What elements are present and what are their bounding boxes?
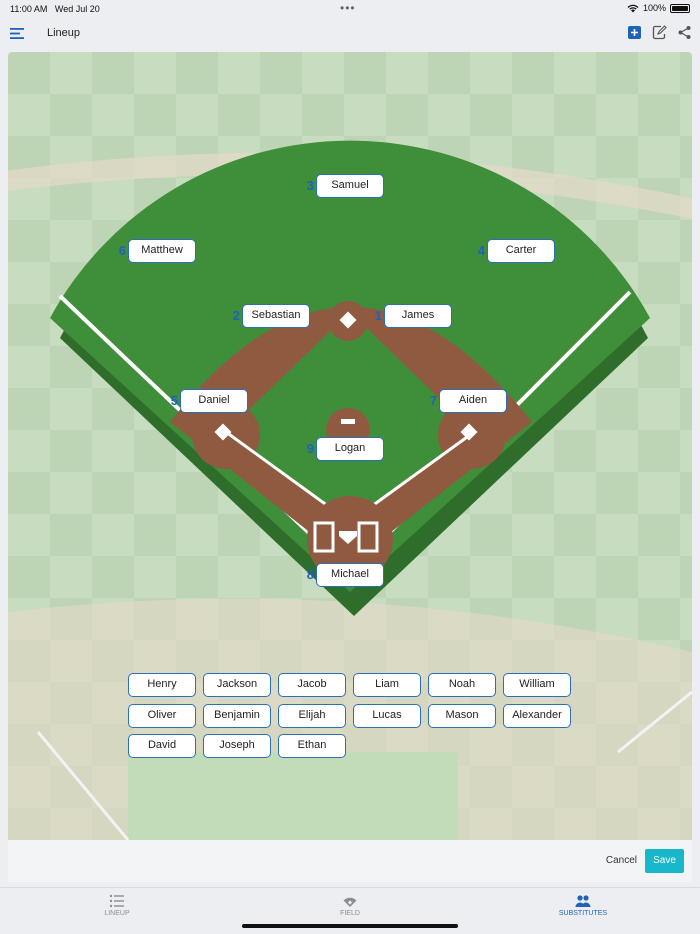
- multitasking-dots[interactable]: •••: [340, 1, 356, 15]
- substitute-chip[interactable]: Jackson: [203, 673, 271, 697]
- home-indicator: [242, 924, 458, 928]
- substitute-chip[interactable]: Liam: [353, 673, 421, 697]
- battery-icon: [670, 3, 690, 13]
- share-icon[interactable]: [677, 25, 692, 45]
- substitute-chip[interactable]: Mason: [428, 703, 496, 728]
- edit-icon[interactable]: [652, 25, 667, 45]
- field-player-chip[interactable]: Carter: [487, 239, 555, 263]
- nav-bar: Lineup: [0, 18, 700, 50]
- substitute-chip[interactable]: Oliver: [128, 703, 196, 728]
- field-player-chip[interactable]: Matthew: [128, 239, 196, 263]
- field-icon: [343, 897, 357, 907]
- field-player-chip[interactable]: James: [384, 304, 452, 328]
- nav-actions: [627, 25, 692, 45]
- position-number: 7: [429, 393, 437, 408]
- list-icon: [109, 894, 124, 908]
- people-icon: [575, 895, 591, 907]
- position-number: 8: [306, 567, 314, 582]
- position-number: 1: [374, 308, 382, 323]
- tab-substitutes[interactable]: SUBSTITUTES: [533, 894, 633, 917]
- action-bar: Cancel Save: [8, 840, 692, 882]
- cancel-button[interactable]: Cancel: [606, 855, 637, 866]
- status-bar: 11:00 AM Wed Jul 20 ••• 100%: [0, 0, 700, 18]
- substitute-chip[interactable]: Alexander: [503, 703, 571, 728]
- substitute-chip[interactable]: Henry: [128, 673, 196, 697]
- tab-lineup-label: LINEUP: [104, 910, 130, 917]
- tab-lineup[interactable]: LINEUP: [67, 894, 167, 917]
- status-right: 100%: [627, 3, 690, 13]
- substitute-chip[interactable]: Ethan: [278, 734, 346, 758]
- substitute-chip[interactable]: Lucas: [353, 703, 421, 728]
- field-player-chip[interactable]: Samuel: [316, 174, 384, 198]
- status-time-text: 11:00 AM: [10, 4, 48, 14]
- battery-percent: 100%: [642, 3, 666, 13]
- position-number: 4: [477, 243, 485, 258]
- add-icon[interactable]: [627, 25, 642, 45]
- status-time: 11:00 AM Wed Jul 20: [10, 4, 100, 14]
- substitute-chip[interactable]: Noah: [428, 673, 496, 697]
- wifi-icon: [627, 4, 639, 12]
- field-player-chip[interactable]: Daniel: [180, 389, 248, 413]
- substitute-chip[interactable]: David: [128, 734, 196, 758]
- substitute-chip[interactable]: Benjamin: [203, 703, 271, 728]
- field-player-chip[interactable]: Aiden: [439, 389, 507, 413]
- position-number: 9: [306, 441, 314, 456]
- substitute-chip[interactable]: Jacob: [278, 673, 346, 697]
- save-button[interactable]: Save: [645, 849, 684, 873]
- position-number: 2: [232, 308, 240, 323]
- position-number: 3: [306, 178, 314, 193]
- position-number: 5: [170, 393, 178, 408]
- field-player-chip[interactable]: Michael: [316, 563, 384, 587]
- field-player-chip[interactable]: Logan: [316, 437, 384, 461]
- position-number: 6: [118, 243, 126, 258]
- tab-field-label: FIELD: [340, 910, 360, 917]
- substitute-chip[interactable]: William: [503, 673, 571, 697]
- status-date: Wed Jul 20: [54, 4, 100, 14]
- tab-substitutes-label: SUBSTITUTES: [558, 910, 608, 917]
- menu-icon[interactable]: [10, 26, 24, 44]
- page-title: Lineup: [47, 27, 81, 39]
- tab-field[interactable]: FIELD: [300, 894, 400, 917]
- lineup-panel: 3 Samuel 6 Matthew 4 Carter 2 Sebastian 1 James 5 D…: [8, 52, 692, 882]
- substitute-chip[interactable]: Elijah: [278, 703, 346, 728]
- field-player-chip[interactable]: Sebastian: [242, 304, 310, 328]
- substitute-chip[interactable]: Joseph: [203, 734, 271, 758]
